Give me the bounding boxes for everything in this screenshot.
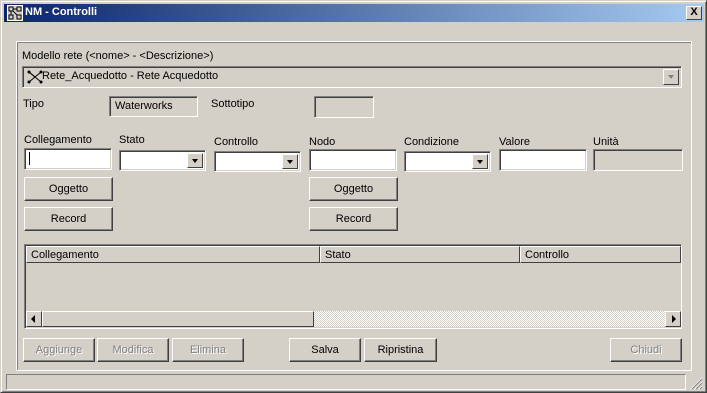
valore-input[interactable] xyxy=(499,149,587,171)
collegamento-oggetto-button[interactable]: Oggetto xyxy=(24,177,113,201)
column-header-stato[interactable]: Stato xyxy=(320,246,520,263)
condizione-select[interactable] xyxy=(404,151,491,172)
condizione-label: Condizione xyxy=(404,136,460,148)
collegamento-label: Collegamento xyxy=(24,134,92,146)
stato-label: Stato xyxy=(119,134,145,146)
tipo-value: Waterworks xyxy=(115,100,173,112)
controls-table[interactable]: Collegamento Stato Controllo xyxy=(24,244,682,329)
scroll-left-icon[interactable] xyxy=(26,311,42,327)
chevron-down-icon[interactable] xyxy=(187,153,203,168)
window-title: NM - Controlli xyxy=(25,6,98,18)
model-select[interactable]: Rete_Acquedotto - Rete Acquedotto xyxy=(22,66,682,88)
sottotipo-label: Sottotipo xyxy=(211,98,255,110)
nodo-label: Nodo xyxy=(309,136,336,148)
stato-select[interactable] xyxy=(119,150,206,171)
unita-field xyxy=(593,149,683,171)
chiudi-button[interactable]: Chiudi xyxy=(610,338,682,362)
aggiunge-button[interactable]: Aggiunge xyxy=(23,338,95,362)
chevron-down-icon[interactable] xyxy=(663,69,679,85)
nodo-oggetto-button[interactable]: Oggetto xyxy=(309,177,398,201)
text-caret xyxy=(29,152,30,165)
scroll-right-icon[interactable] xyxy=(665,311,681,327)
nodo-input[interactable] xyxy=(309,149,397,171)
unita-label: Unità xyxy=(593,136,619,148)
horizontal-scrollbar[interactable] xyxy=(26,311,681,327)
resize-grip-icon[interactable] xyxy=(690,377,703,390)
column-header-controllo[interactable]: Controllo xyxy=(520,246,681,263)
column-header-collegamento[interactable]: Collegamento xyxy=(26,246,320,263)
close-icon[interactable]: X xyxy=(686,6,702,20)
nodo-record-button[interactable]: Record xyxy=(309,207,398,231)
network-model-icon xyxy=(7,5,23,21)
ripristina-button[interactable]: Ripristina xyxy=(364,338,437,362)
tipo-label: Tipo xyxy=(23,98,44,110)
chevron-down-icon[interactable] xyxy=(282,154,298,169)
network-graph-icon xyxy=(27,70,43,84)
chevron-down-icon[interactable] xyxy=(472,154,488,169)
modifica-button[interactable]: Modifica xyxy=(97,338,169,362)
valore-label: Valore xyxy=(499,136,530,148)
scrollbar-thumb[interactable] xyxy=(42,311,314,327)
controllo-label: Controllo xyxy=(214,136,259,148)
elimina-button[interactable]: Elimina xyxy=(172,338,244,362)
sottotipo-field xyxy=(314,96,374,118)
controlli-window: NM - Controlli X Modello rete (<nome> - … xyxy=(0,0,707,393)
controllo-select[interactable] xyxy=(214,151,301,172)
model-label: Modello rete (<nome> - <Descrizione>) xyxy=(22,50,214,62)
status-bar xyxy=(4,373,704,391)
title-bar[interactable]: NM - Controlli X xyxy=(4,4,704,22)
model-select-value: Rete_Acquedotto - Rete Acquedotto xyxy=(42,70,219,82)
salva-button[interactable]: Salva xyxy=(289,338,361,362)
collegamento-record-button[interactable]: Record xyxy=(24,207,113,231)
status-pane xyxy=(6,374,686,390)
tipo-field: Waterworks xyxy=(109,96,198,117)
collegamento-input[interactable] xyxy=(24,148,112,170)
